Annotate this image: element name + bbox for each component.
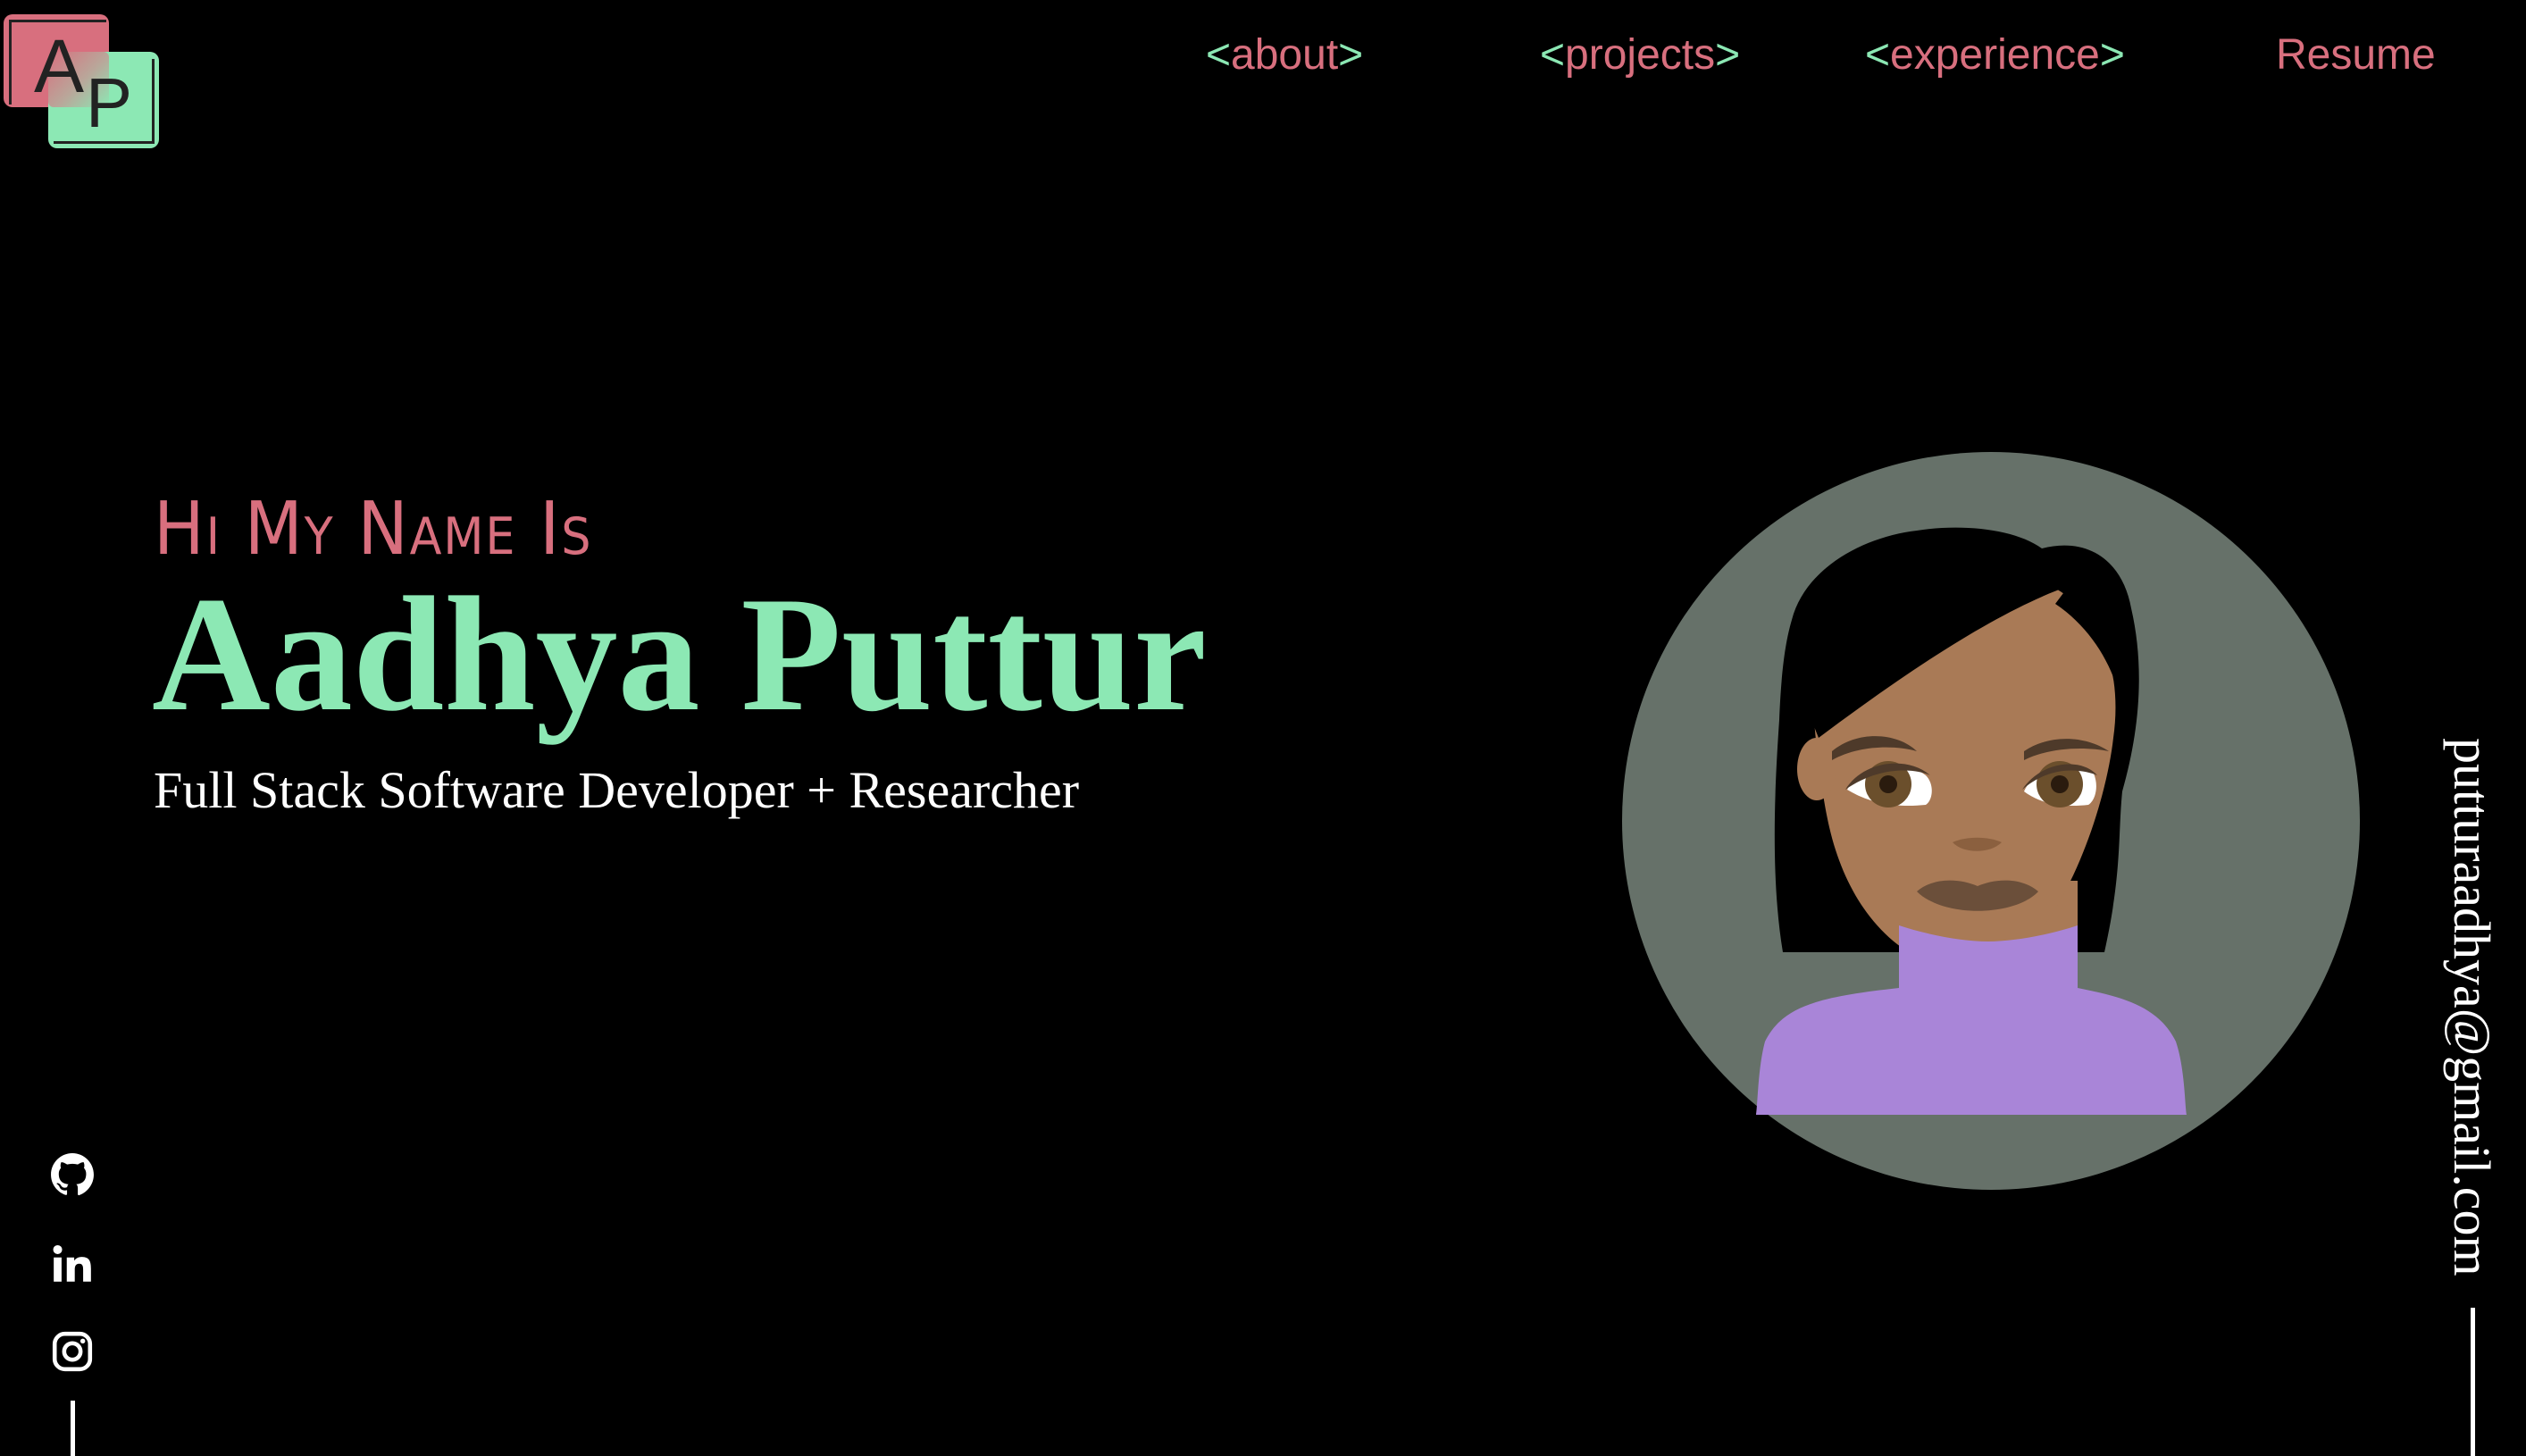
hero-greeting: Hi My Name Is [154,487,593,572]
nav-bracket-open: < [1865,31,1891,79]
logo-letter-a: A [34,24,85,108]
site-logo[interactable]: A P [0,9,170,152]
social-divider-line [71,1401,75,1456]
nav-bracket-close: > [1338,31,1364,79]
hero-name: Aadhya Puttur [152,563,1207,745]
nav-link-experience[interactable]: <experience> [1865,29,2125,82]
github-icon[interactable] [50,1152,95,1197]
instagram-icon[interactable] [50,1329,95,1374]
email-link[interactable]: putturaadhya@gmail.com [2443,738,2501,1276]
nav-label-projects: projects [1565,31,1716,79]
email-divider-line [2471,1308,2475,1456]
logo-letter-p: P [86,63,133,142]
nav-label-resume: Resume [2276,31,2436,79]
nav-bracket-open: < [1540,31,1566,79]
nav-link-resume[interactable]: Resume [2276,29,2436,82]
nav-label-about: about [1231,31,1339,79]
nav-link-about[interactable]: <about> [1206,29,1363,82]
hero-tagline: Full Stack Software Developer + Research… [154,761,1080,819]
nav-label-experience: experience [1890,31,2100,79]
avatar [1622,452,2360,1190]
nav-bracket-close: > [2099,31,2125,79]
linkedin-icon[interactable] [50,1242,95,1286]
nav-link-projects[interactable]: <projects> [1540,29,1740,82]
nav-bracket-close: > [1715,31,1741,79]
nav-bracket-open: < [1206,31,1232,79]
